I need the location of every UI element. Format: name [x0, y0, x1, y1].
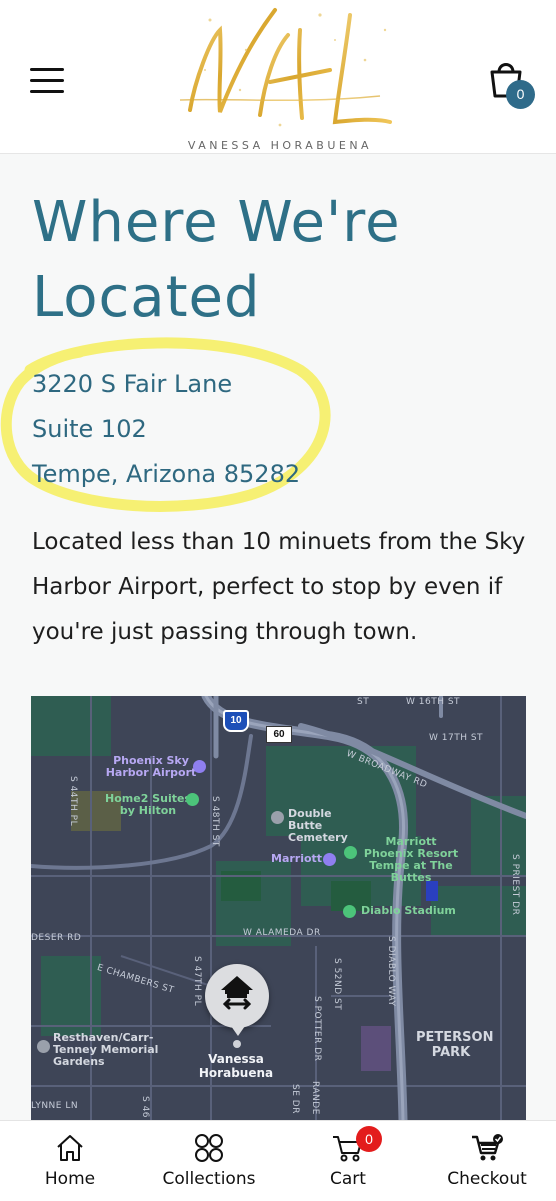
collections-grid-icon	[195, 1134, 223, 1162]
address-block: 3220 S Fair Lane Suite 102 Tempe, Arizon…	[32, 362, 300, 497]
road-label: S 52ND ST	[332, 958, 342, 1011]
road-label: S DIABLO WAY	[386, 936, 396, 1007]
road-label: SE DR	[290, 1084, 300, 1114]
road-label: ST	[357, 697, 370, 707]
airport-pin-icon[interactable]	[193, 760, 206, 773]
road-label: S 46	[140, 1096, 150, 1119]
title-line-2: Located	[32, 265, 261, 330]
svg-text:VH: VH	[280, 69, 282, 71]
store-marker[interactable]	[205, 964, 269, 1028]
road-label: S PRIEST DR	[510, 854, 520, 916]
address-line-3[interactable]: Tempe, Arizona 85282	[32, 452, 300, 497]
road-label: RANDE	[310, 1081, 320, 1115]
brand-name: VANESSA HORABUENA	[187, 139, 373, 152]
site-header: VH VANESSA HORABUENA 0	[0, 0, 556, 154]
poi-resthaven-label[interactable]: Resthaven/Carr-Tenney Memorial Gardens	[53, 1032, 163, 1068]
store-marker-tip	[231, 1026, 245, 1036]
location-description: Located less than 10 minuets from the Sk…	[32, 529, 526, 645]
tab-checkout-label: Checkout	[447, 1169, 527, 1189]
road-label: W ALAMEDA DR	[243, 928, 321, 938]
home-icon	[57, 1135, 83, 1161]
memorial-pin-icon[interactable]	[37, 1040, 50, 1053]
checkout-cart-check-icon	[472, 1134, 503, 1161]
title-line-1: Where We're	[32, 190, 401, 255]
poi-cemetery-label[interactable]: Double Butte Cemetery	[288, 808, 368, 844]
location-map[interactable]: 10 60 W 16TH ST W 17TH ST W BROADWAY RD …	[31, 696, 526, 1120]
road-label: S 47TH PL	[192, 956, 202, 1007]
poi-peterson-label[interactable]: PETERSON PARK	[416, 1030, 493, 1060]
poi-home2-label[interactable]: Home2 Suites by Hilton	[103, 793, 193, 817]
bag-count-badge: 0	[506, 80, 535, 109]
bottom-tab-bar: Home Collections Cart Checkout	[0, 1120, 556, 1201]
address-line-2[interactable]: Suite 102	[32, 407, 300, 452]
route-60-shield-icon: 60	[266, 726, 292, 743]
logo-signature-icon: VH	[179, 8, 392, 127]
poi-marriott-resort-label[interactable]: Marriott Phoenix Resort Tempe at The But…	[361, 836, 461, 884]
road-label: LYNNE LN	[31, 1101, 79, 1111]
tab-cart-label: Cart	[330, 1169, 366, 1189]
cemetery-pin-icon[interactable]	[271, 811, 284, 824]
store-house-tool-icon	[221, 976, 253, 1010]
tab-collections[interactable]: Collections	[149, 1121, 269, 1201]
hamburger-menu-icon[interactable]	[30, 68, 64, 94]
road-label: DESER RD	[31, 933, 82, 943]
resort-pin-icon[interactable]	[344, 846, 357, 859]
tab-home[interactable]: Home	[10, 1121, 130, 1201]
tab-checkout[interactable]: Checkout	[427, 1121, 547, 1201]
interstate-10-shield-icon: 10	[223, 710, 249, 732]
poi-marriott-label[interactable]: Marriott	[271, 853, 322, 865]
store-map-label[interactable]: Vanessa Horabuena	[191, 1052, 281, 1080]
road-label: W 16TH ST	[406, 697, 461, 707]
poi-diablo-label[interactable]: Diablo Stadium	[361, 905, 456, 917]
page-title: Where We're Located	[32, 185, 526, 335]
road-label: S POTTER DR	[312, 996, 322, 1062]
cart-count-badge: 0	[356, 1126, 382, 1152]
store-location-dot	[233, 1040, 241, 1048]
poi-airport-label[interactable]: Phoenix Sky Harbor Airport	[101, 755, 201, 779]
road-label: S 48TH ST	[210, 796, 220, 847]
address-line-1[interactable]: 3220 S Fair Lane	[32, 362, 300, 407]
tab-home-label: Home	[44, 1169, 96, 1189]
road-label: W 17TH ST	[429, 733, 484, 743]
location-section: Where We're Located	[32, 185, 526, 335]
hotel-pin-icon[interactable]	[186, 793, 199, 806]
road-label: S 44TH PL	[68, 776, 78, 827]
stadium-pin-icon[interactable]	[343, 905, 356, 918]
tab-collections-label: Collections	[162, 1169, 256, 1189]
marriott-pin-icon[interactable]	[323, 853, 336, 866]
brand-logo[interactable]: VH VANESSA HORABUENA	[150, 0, 410, 153]
tab-cart[interactable]: Cart	[288, 1121, 408, 1201]
